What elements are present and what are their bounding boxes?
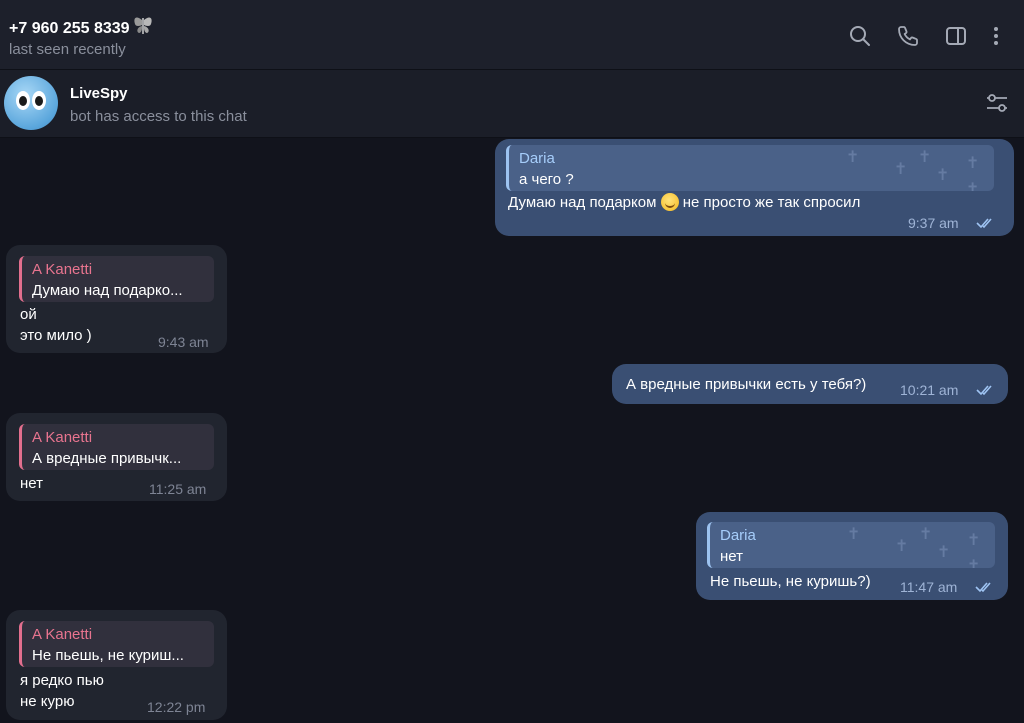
reply-text: нет <box>720 548 743 565</box>
message-time: 9:37 am <box>908 215 959 231</box>
avatar-eye-icon <box>16 91 30 110</box>
bot-settings-icon[interactable] <box>984 90 1010 116</box>
bot-name[interactable]: LiveSpy <box>70 85 128 102</box>
message-bubble-outgoing[interactable]: Daria нет ✝ ✝ ✝ ✝ ✝ ✝ Не пьешь, не куришь?) 1… <box>696 512 1008 600</box>
reply-text: А вредные привычк... <box>32 450 182 467</box>
reply-background-pattern: ✝ ✝ ✝ ✝ ✝ ✝ <box>846 149 980 191</box>
message-text-line: ой <box>20 306 37 323</box>
reply-text: а чего ? <box>519 171 574 188</box>
phone-icon[interactable] <box>896 24 920 48</box>
double-check-icon <box>975 582 991 593</box>
chat-header: +7 960 255 8339 last seen recently <box>0 0 1024 70</box>
reply-sender-name: A Kanetti <box>32 626 93 643</box>
message-text: А вредные привычки есть у тебя?) <box>626 376 867 393</box>
message-time: 12:22 pm <box>147 699 206 715</box>
contact-status: last seen recently <box>9 41 126 58</box>
message-text-line: не курю <box>20 693 75 710</box>
bot-access-bar: LiveSpy bot has access to this chat <box>0 70 1024 138</box>
message-time: 10:21 am <box>900 382 959 398</box>
reply-sender-name: A Kanetti <box>32 429 93 446</box>
avatar-eye-icon <box>32 91 46 110</box>
message-text-line: это мило ) <box>20 327 92 344</box>
reply-quote[interactable]: A Kanetti А вредные привычк... <box>19 424 214 470</box>
message-time: 11:47 am <box>900 579 958 595</box>
message-time: 9:43 am <box>158 334 209 350</box>
more-vertical-icon[interactable] <box>984 24 1008 48</box>
reply-quote[interactable]: Daria нет ✝ ✝ ✝ ✝ ✝ ✝ <box>707 522 995 568</box>
double-check-icon <box>976 218 992 229</box>
message-bubble-incoming[interactable]: A Kanetti Не пьешь, не куриш... я редко … <box>6 610 227 720</box>
message-text-part: не просто же так спросил <box>682 194 861 211</box>
double-check-icon <box>976 385 992 396</box>
message-text-line: я редко пью <box>20 672 104 689</box>
message-text: Думаю над подарком не просто же так спро… <box>508 193 860 211</box>
reply-sender-name: Daria <box>720 527 756 544</box>
bot-avatar[interactable] <box>4 76 58 130</box>
contact-name[interactable]: +7 960 255 8339 <box>9 20 130 37</box>
bot-access-status: bot has access to this chat <box>70 108 247 125</box>
message-time: 11:25 am <box>149 481 207 497</box>
message-text-line: нет <box>20 475 43 492</box>
reply-quote[interactable]: A Kanetti Не пьешь, не куриш... <box>19 621 214 667</box>
reply-quote[interactable]: Daria а чего ? ✝ ✝ ✝ ✝ ✝ ✝ <box>506 145 994 191</box>
contact-name-row[interactable]: +7 960 255 8339 <box>9 14 154 41</box>
reply-text: Не пьешь, не куриш... <box>32 647 184 664</box>
message-bubble-incoming[interactable]: A Kanetti А вредные привычк... нет 11:25… <box>6 413 227 501</box>
message-bubble-outgoing[interactable]: Daria а чего ? ✝ ✝ ✝ ✝ ✝ ✝ Думаю над подарком… <box>495 139 1014 236</box>
reply-background-pattern: ✝ ✝ ✝ ✝ ✝ ✝ <box>847 526 981 568</box>
search-icon[interactable] <box>848 24 872 48</box>
reply-quote[interactable]: A Kanetti Думаю над подарко... <box>19 256 214 302</box>
reply-sender-name: A Kanetti <box>32 261 93 278</box>
message-bubble-outgoing[interactable]: А вредные привычки есть у тебя?) 10:21 a… <box>612 364 1008 404</box>
message-bubble-incoming[interactable]: A Kanetti Думаю над подарко... ой это ми… <box>6 245 227 353</box>
grinning-face-emoji-icon <box>660 193 679 211</box>
sidebar-toggle-icon[interactable] <box>944 24 968 48</box>
message-text-part: Думаю над подарком <box>508 194 657 211</box>
reply-text: Думаю над подарко... <box>32 282 183 299</box>
reply-sender-name: Daria <box>519 150 555 167</box>
message-text: Не пьешь, не куришь?) <box>710 573 871 590</box>
butterfly-emoji-icon <box>132 14 154 41</box>
